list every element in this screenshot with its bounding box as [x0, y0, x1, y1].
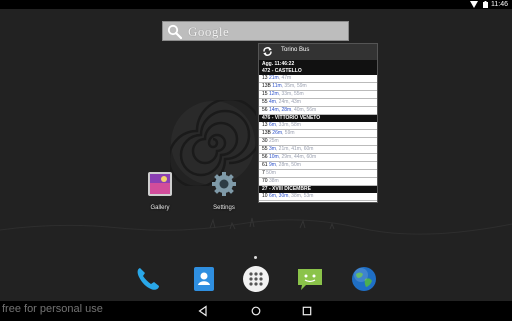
home-screen: 11:46 Google Gallery Settings Torino Bus… — [0, 0, 512, 321]
scheduled-times: , 33m, 58m — [275, 122, 301, 128]
scheduled-times: , 28m, 50m — [275, 162, 301, 168]
scheduled-times: , 21m, 41m, 60m — [275, 146, 314, 152]
bus-line-id: 13 — [262, 122, 268, 128]
watermark-text: free for personal use — [2, 303, 103, 315]
bus-line-id: 55 — [262, 99, 268, 105]
realtime-times: 10m — [268, 154, 279, 160]
realtime-times: 21m — [268, 75, 279, 81]
stop-header: 27 - XVIII DICEMBRE — [259, 186, 377, 193]
realtime-times: 26m — [272, 130, 283, 136]
scheduled-times: , 35m, 59m — [281, 83, 307, 89]
stop-header: 472 - CASTELLO — [259, 68, 377, 75]
bus-line-id: 61 — [262, 162, 268, 168]
scheduled-times: , 38m, 53m — [288, 193, 314, 199]
realtime-times: 4m — [268, 99, 276, 105]
refresh-icon[interactable] — [262, 46, 273, 57]
wallpaper-grass — [0, 217, 512, 235]
google-search-bar[interactable]: Google — [162, 21, 349, 41]
bus-line-row: 56 14m, 28m, 40m, 56m — [259, 107, 377, 115]
gear-icon — [212, 172, 236, 196]
stop-header: 476 - VITTORIO VENETO — [259, 115, 377, 122]
page-indicator — [254, 256, 257, 259]
widget-header: Torino Bus — [259, 44, 377, 60]
scheduled-times: , 24m, 43m — [275, 99, 301, 105]
status-time: 11:46 — [491, 1, 508, 8]
scheduled-times: , 47m — [278, 75, 292, 81]
bus-line-id: 10 — [262, 193, 268, 199]
scheduled-times: , 33m, 55m — [278, 91, 304, 97]
bus-line-row: 7 50m — [259, 170, 377, 178]
bus-line-id: 56 — [262, 107, 268, 113]
bus-line-id: 13B — [262, 83, 271, 89]
bus-line-row: 13B 11m, 35m, 59m — [259, 83, 377, 91]
bus-line-row: 61 9m, 28m, 50m — [259, 162, 377, 170]
widget-stop-list: 472 - CASTELLO 13 21m, 47m 13B 11m, 35m, 5… — [259, 68, 377, 201]
realtime-times: 3m — [268, 146, 276, 152]
bus-line-row: 55 3m, 21m, 41m, 60m — [259, 146, 377, 154]
realtime-times: 6m — [268, 122, 276, 128]
bus-line-id: 70 — [262, 178, 268, 184]
realtime-times: 12m — [268, 91, 279, 97]
bus-line-row: 70 38m — [259, 178, 377, 186]
scheduled-times: , 59m — [282, 130, 295, 136]
widget-title: Torino Bus — [281, 47, 310, 53]
bus-line-row: 10 6m, 30m, 38m, 53m — [259, 193, 377, 201]
home-icon[interactable] — [250, 305, 262, 317]
scheduled-times: 38m — [268, 178, 279, 184]
bus-line-id: 56 — [262, 154, 268, 160]
bus-line-row: 30 25m — [259, 138, 377, 146]
search-icon — [167, 24, 182, 39]
status-bar: 11:46 — [0, 0, 512, 9]
back-icon[interactable] — [197, 305, 209, 317]
scheduled-times: , 40m, 56m — [291, 107, 317, 113]
contacts-icon[interactable] — [190, 265, 218, 293]
gallery-icon — [148, 172, 172, 196]
bus-line-id: 55 — [262, 146, 268, 152]
gallery-label: Gallery — [150, 205, 170, 211]
bus-line-row: 55 4m, 24m, 43m — [259, 99, 377, 107]
gallery-app[interactable]: Gallery — [140, 171, 180, 211]
widget-updated-time: Agg. 11:46:22 — [259, 60, 377, 68]
realtime-times: 11m — [272, 83, 282, 89]
realtime-times: 14m, 28m — [268, 107, 292, 113]
browser-globe-icon[interactable] — [350, 265, 378, 293]
battery-icon — [483, 1, 488, 8]
phone-icon[interactable] — [134, 265, 162, 293]
bus-line-id: 30 — [262, 138, 268, 144]
bus-line-id: 13B — [262, 130, 271, 136]
settings-label: Settings — [213, 205, 235, 211]
torino-bus-widget[interactable]: Torino Bus Agg. 11:46:22 472 - CASTELLO 1… — [258, 43, 378, 203]
scheduled-times: , 29m, 44m, 60m — [278, 154, 317, 160]
bus-line-row: 15 12m, 33m, 55m — [259, 91, 377, 99]
bus-line-id: 15 — [262, 91, 268, 97]
settings-app[interactable]: Settings — [204, 171, 244, 211]
bus-line-row: 56 10m, 29m, 44m, 60m — [259, 154, 377, 162]
realtime-times: 9m — [268, 162, 276, 168]
bus-line-id: 13 — [262, 75, 268, 81]
bus-line-row: 13 21m, 47m — [259, 75, 377, 83]
messaging-icon[interactable] — [296, 265, 324, 293]
bus-line-row: 13B 26m, 59m — [259, 130, 377, 138]
realtime-times: 6m, 30m — [268, 193, 289, 199]
bus-line-row: 13 6m, 33m, 58m — [259, 122, 377, 130]
scheduled-times: 50m — [266, 170, 276, 176]
scheduled-times: 25m — [268, 138, 279, 144]
search-label: Google — [188, 24, 230, 39]
app-drawer-icon[interactable] — [242, 265, 270, 293]
recents-icon[interactable] — [301, 305, 313, 317]
wifi-icon — [470, 1, 478, 8]
